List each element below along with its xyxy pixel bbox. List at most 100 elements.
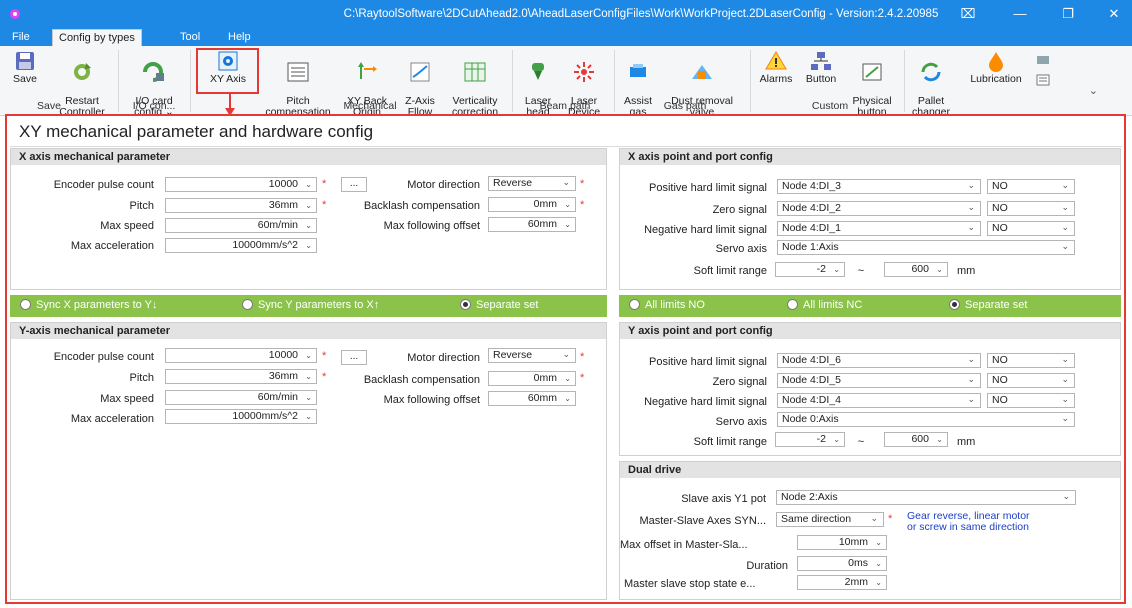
master-slave-sync-note: Gear reverse, linear motor or screw in s…: [907, 510, 1030, 533]
y-max-follow-label: Max following offset: [383, 394, 480, 406]
x-motor-dir-select[interactable]: Reverse ⌄: [488, 176, 576, 191]
small-list-icon[interactable]: [1036, 74, 1050, 86]
x-backlash-label: Backlash compensation: [363, 200, 480, 212]
x-max-speed-label: Max speed: [100, 220, 154, 232]
y-max-follow-input[interactable]: 60mm ⌄: [488, 391, 576, 406]
x-max-speed-input[interactable]: 60m/min ⌄: [165, 218, 317, 233]
y-port-header: Y axis point and port config: [620, 323, 1120, 339]
y-soft-limit-max-input[interactable]: 600 ⌄: [884, 432, 948, 447]
lubrication-button[interactable]: Lubrication: [964, 50, 1028, 85]
y-backlash-input[interactable]: 0mm ⌄: [488, 371, 576, 386]
radio-dot-icon: [629, 299, 640, 310]
y-pos-limit-label: Positive hard limit signal: [649, 356, 767, 368]
y-encoder-input[interactable]: 10000 ⌄: [165, 348, 317, 363]
alarms-label: Alarms: [759, 73, 793, 85]
maximize-button[interactable]: ❐: [1055, 4, 1081, 24]
max-offset-input[interactable]: 10mm ⌄: [797, 535, 887, 550]
pallet-changer-icon: [921, 62, 941, 82]
x-servo-axis-select[interactable]: Node 1:Axis ⌄: [777, 240, 1075, 255]
ribbon-separator: [904, 50, 905, 112]
io-card-icon: [143, 62, 164, 82]
duration-input[interactable]: 0ms ⌄: [797, 556, 887, 571]
stop-state-input[interactable]: 2mm ⌄: [797, 575, 887, 590]
laser-device-icon: [574, 62, 594, 82]
y-motor-dir-select[interactable]: Reverse ⌄: [488, 348, 576, 363]
x-port-header: X axis point and port config: [620, 149, 1120, 165]
radio-dot-selected-icon: [949, 299, 960, 310]
x-max-acc-input[interactable]: 10000mm/s^2 ⌄: [165, 238, 317, 253]
stop-state-label: Master slave stop state e...: [624, 578, 756, 590]
small-tool-icon[interactable]: [1036, 54, 1050, 66]
y-neg-limit-mode-select[interactable]: NO ⌄: [987, 393, 1075, 408]
pitch-compensation-icon: [287, 62, 309, 82]
y-neg-limit-select[interactable]: Node 4:DI_4 ⌄: [777, 393, 981, 408]
verticality-correction-button[interactable]: Verticality correction: [446, 50, 504, 118]
slave-axis-select[interactable]: Node 2:Axis ⌄: [776, 490, 1076, 505]
close-button[interactable]: ✕: [1101, 4, 1127, 24]
y-max-acc-input[interactable]: 10000mm/s^2 ⌄: [165, 409, 317, 424]
back-origin-icon: [358, 62, 377, 79]
limits-separate-set-radio[interactable]: Separate set: [949, 299, 1027, 311]
alarms-button[interactable]: Alarms: [756, 50, 796, 85]
ribbon-separator: [750, 50, 751, 112]
sync-x-to-y-radio[interactable]: Sync X parameters to Y↓: [20, 299, 157, 311]
y-zero-signal-mode-select[interactable]: NO ⌄: [987, 373, 1075, 388]
y-pos-limit-mode-select[interactable]: NO ⌄: [987, 353, 1075, 368]
minimize-button[interactable]: —: [1007, 4, 1033, 24]
restore-alt-button[interactable]: ⌧: [955, 4, 981, 24]
x-soft-limit-max-input[interactable]: 600 ⌄: [884, 262, 948, 277]
sync-separate-set-radio[interactable]: Separate set: [460, 299, 538, 311]
x-servo-axis-label: Servo axis: [715, 243, 767, 255]
menu-file[interactable]: File: [6, 29, 36, 46]
dual-drive-header: Dual drive: [620, 462, 1120, 478]
sync-y-to-x-radio[interactable]: Sync Y parameters to X↑: [242, 299, 379, 311]
x-neg-limit-mode-select[interactable]: NO ⌄: [987, 221, 1075, 236]
x-max-follow-label: Max following offset: [383, 220, 480, 232]
save-button[interactable]: Save: [8, 50, 42, 85]
network-button-icon: [811, 52, 831, 70]
y-zero-signal-label: Zero signal: [712, 376, 767, 388]
pallet-changer-button[interactable]: Pallet changer: [908, 50, 954, 118]
lubrication-label: Lubrication: [970, 73, 1022, 85]
radio-dot-icon: [787, 299, 798, 310]
x-neg-limit-label: Negative hard limit signal: [644, 224, 767, 236]
x-zero-signal-select[interactable]: Node 4:DI_2 ⌄: [777, 201, 981, 216]
y-soft-limit-min-input[interactable]: -2 ⌄: [775, 432, 845, 447]
y-max-speed-input[interactable]: 60m/min ⌄: [165, 390, 317, 405]
x-zero-signal-mode-select[interactable]: NO ⌄: [987, 201, 1075, 216]
x-pitch-input[interactable]: 36mm ⌄: [165, 198, 317, 213]
menu-config-by-types[interactable]: Config by types: [52, 29, 142, 46]
x-pos-limit-select[interactable]: Node 4:DI_3 ⌄: [777, 179, 981, 194]
group-beam-path-label: Beam path: [539, 100, 591, 112]
x-soft-limit-min-input[interactable]: -2 ⌄: [775, 262, 845, 277]
y-soft-limit-tilde: ~: [857, 436, 865, 448]
x-pos-limit-mode-select[interactable]: NO ⌄: [987, 179, 1075, 194]
menu-tool[interactable]: Tool: [174, 29, 206, 46]
y-backlash-required: *: [580, 372, 585, 384]
x-neg-limit-select[interactable]: Node 4:DI_1 ⌄: [777, 221, 981, 236]
y-soft-limit-label: Soft limit range: [693, 436, 767, 448]
y-zero-signal-select[interactable]: Node 4:DI_5 ⌄: [777, 373, 981, 388]
x-max-follow-input[interactable]: 60mm ⌄: [488, 217, 576, 232]
radio-dot-icon: [242, 299, 253, 310]
y-pos-limit-select[interactable]: Node 4:DI_6 ⌄: [777, 353, 981, 368]
xy-axis-highlight-box: [196, 48, 259, 94]
all-limits-no-radio[interactable]: All limits NO: [629, 299, 705, 311]
all-limits-nc-radio[interactable]: All limits NC: [787, 299, 862, 311]
x-max-acc-label: Max acceleration: [70, 240, 154, 252]
menu-help[interactable]: Help: [222, 29, 257, 46]
ribbon-collapse-chevron-icon[interactable]: ⌄: [1089, 84, 1098, 97]
master-slave-sync-select[interactable]: Same direction ⌄: [776, 512, 884, 527]
lubrication-drop-icon: [989, 52, 1003, 72]
y-neg-limit-label: Negative hard limit signal: [644, 396, 767, 408]
x-soft-limit-unit: mm: [957, 265, 976, 277]
x-encoder-input[interactable]: 10000 ⌄: [165, 177, 317, 192]
slave-axis-label: Slave axis Y1 pot: [681, 493, 766, 505]
y-pitch-input[interactable]: 36mm ⌄: [165, 369, 317, 384]
ribbon-separator: [614, 50, 615, 112]
y-pitch-label: Pitch: [129, 372, 154, 384]
button-config-button[interactable]: Button: [800, 50, 842, 85]
y-mech-panel: Y-axis mechanical parameter: [10, 322, 607, 600]
y-servo-axis-select[interactable]: Node 0:Axis ⌄: [777, 412, 1075, 427]
x-backlash-input[interactable]: 0mm ⌄: [488, 197, 576, 212]
